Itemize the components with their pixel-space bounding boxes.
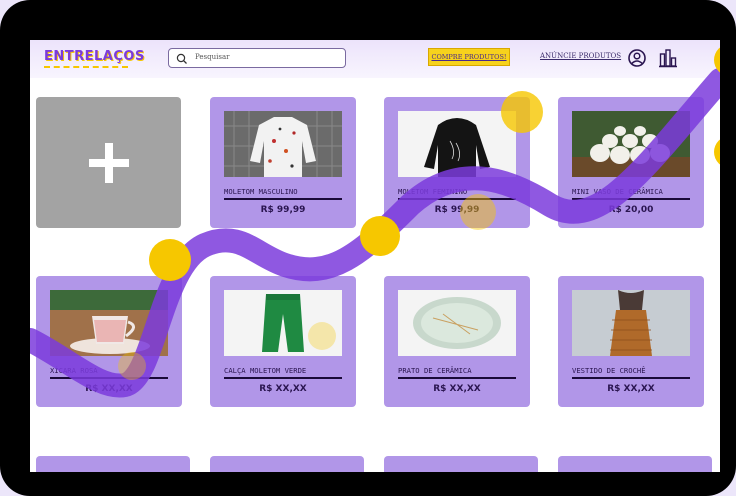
product-card-mini-vaso[interactable]: MINI VASO DE CERÂMICA R$ 20,00: [558, 97, 704, 228]
search-placeholder: Pesquisar: [195, 53, 230, 61]
product-price: R$ 20,00: [608, 205, 654, 215]
divider: [572, 377, 690, 379]
user-icon[interactable]: [627, 48, 647, 68]
divider: [224, 198, 342, 200]
product-image-xicara-rosa: [50, 290, 168, 356]
product-card-partial[interactable]: [558, 456, 712, 472]
product-price: R$ XX,XX: [259, 384, 307, 394]
product-card-calca-moletom[interactable]: CALÇA MOLETOM VERDE R$ XX,XX: [210, 276, 356, 407]
divider: [224, 377, 342, 379]
product-price: R$ 99,99: [260, 205, 306, 215]
product-name: MINI VASO DE CERÂMICA: [572, 187, 663, 196]
app-screen: ENTRELAÇOS Pesquisar COMPRE PRODUTOS! AN…: [30, 40, 720, 472]
product-image-calca-moletom: [224, 290, 342, 356]
plus-icon: [88, 142, 129, 183]
divider: [398, 198, 516, 200]
product-card-partial[interactable]: [210, 456, 364, 472]
sell-products-link[interactable]: ANÚNCIE PRODUTOS: [540, 52, 621, 60]
divider: [398, 377, 516, 379]
bar-chart-icon[interactable]: [658, 48, 678, 68]
product-card-vestido-croche[interactable]: VESTIDO DE CROCHÊ R$ XX,XX: [558, 276, 704, 407]
product-name: MOLETOM FEMININO: [398, 187, 468, 196]
product-price: R$ 99,99: [434, 205, 480, 215]
product-name: XÍCARA ROSA: [50, 366, 98, 375]
product-image-mini-vaso: [572, 111, 690, 177]
product-image-moletom-masculino: [224, 111, 342, 177]
product-price: R$ XX,XX: [607, 384, 655, 394]
search-icon: [176, 53, 187, 64]
product-name: CALÇA MOLETOM VERDE: [224, 366, 307, 375]
product-card-partial[interactable]: [384, 456, 538, 472]
add-product-card[interactable]: [36, 97, 181, 228]
divider: [572, 198, 690, 200]
search-input[interactable]: Pesquisar: [168, 48, 346, 68]
logo[interactable]: ENTRELAÇOS: [44, 49, 145, 64]
product-image-vestido-croche: [572, 290, 690, 356]
product-card-xicara-rosa[interactable]: XÍCARA ROSA R$ XX,XX: [36, 276, 182, 407]
product-image-prato-ceramica: [398, 290, 516, 356]
product-card-moletom-masculino[interactable]: MOLETOM MASCULINO R$ 99,99: [210, 97, 356, 228]
product-card-partial[interactable]: [36, 456, 190, 472]
device-frame: ENTRELAÇOS Pesquisar COMPRE PRODUTOS! AN…: [0, 0, 736, 496]
divider: [50, 377, 168, 379]
product-name: VESTIDO DE CROCHÊ: [572, 366, 646, 375]
product-price: R$ XX,XX: [85, 384, 133, 394]
top-header: ENTRELAÇOS Pesquisar COMPRE PRODUTOS! AN…: [30, 40, 720, 78]
buy-products-button[interactable]: COMPRE PRODUTOS!: [428, 48, 510, 66]
product-price: R$ XX,XX: [433, 384, 481, 394]
product-name: MOLETOM MASCULINO: [224, 187, 298, 196]
product-name: PRATO DE CERÂMICA: [398, 366, 472, 375]
product-card-moletom-feminino[interactable]: MOLETOM FEMININO R$ 99,99: [384, 97, 530, 228]
product-image-moletom-feminino: [398, 111, 516, 177]
product-card-prato-ceramica[interactable]: PRATO DE CERÂMICA R$ XX,XX: [384, 276, 530, 407]
logo-underline: [44, 66, 128, 68]
